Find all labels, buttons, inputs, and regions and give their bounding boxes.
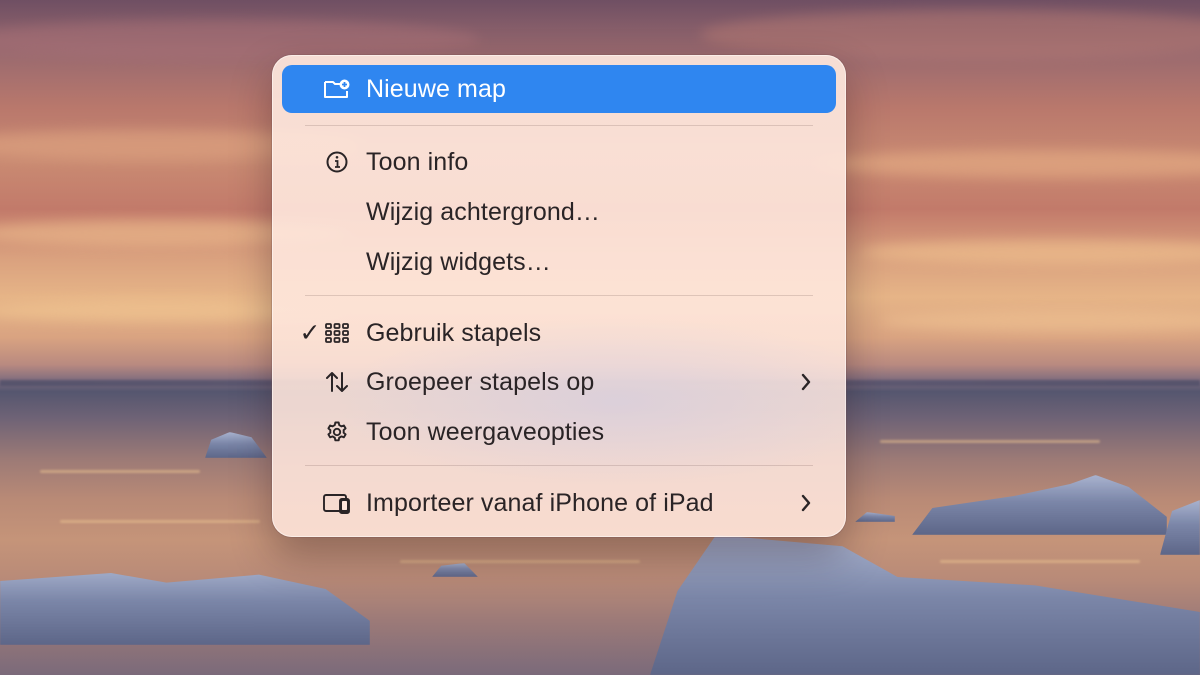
menu-separator: [305, 295, 813, 296]
stacks-grid-icon: [322, 318, 352, 348]
chevron-right-icon: [796, 372, 816, 392]
menu-item-label: Toon weergaveopties: [366, 417, 605, 446]
menu-item-change-wallpaper[interactable]: Wijzig achtergrond…: [282, 188, 836, 236]
menu-item-label: Gebruik stapels: [366, 318, 542, 347]
menu-item-label: Importeer vanaf iPhone of iPad: [366, 488, 714, 517]
info-icon: [322, 147, 352, 177]
chevron-right-icon: [796, 493, 816, 513]
menu-item-label: Nieuwe map: [366, 74, 506, 103]
menu-item-edit-widgets[interactable]: Wijzig widgets…: [282, 238, 836, 286]
menu-item-use-stacks[interactable]: ✓ Gebruik stapels: [282, 309, 836, 357]
menu-item-label: Toon info: [366, 147, 469, 176]
new-folder-icon: [322, 74, 352, 104]
menu-item-import-from-iphone-ipad[interactable]: Importeer vanaf iPhone of iPad: [282, 479, 836, 527]
menu-item-show-info[interactable]: Toon info: [282, 138, 836, 186]
desktop-context-menu: Nieuwe map Toon info Wijzig achtergrond……: [272, 55, 846, 537]
menu-item-group-stacks-by[interactable]: Groepeer stapels op: [282, 358, 836, 406]
menu-separator: [305, 125, 813, 126]
menu-item-show-view-options[interactable]: Toon weergaveopties: [282, 408, 836, 456]
sort-arrows-icon: [322, 367, 352, 397]
menu-separator: [305, 465, 813, 466]
iphone-ipad-icon: [322, 488, 352, 518]
menu-item-label: Wijzig widgets…: [366, 247, 551, 276]
menu-item-new-folder[interactable]: Nieuwe map: [282, 65, 836, 113]
menu-item-label: Wijzig achtergrond…: [366, 197, 600, 226]
desktop-wallpaper[interactable]: Nieuwe map Toon info Wijzig achtergrond……: [0, 0, 1200, 675]
checkmark-icon: ✓: [299, 319, 321, 347]
gear-icon: [322, 417, 352, 447]
menu-item-label: Groepeer stapels op: [366, 367, 595, 396]
